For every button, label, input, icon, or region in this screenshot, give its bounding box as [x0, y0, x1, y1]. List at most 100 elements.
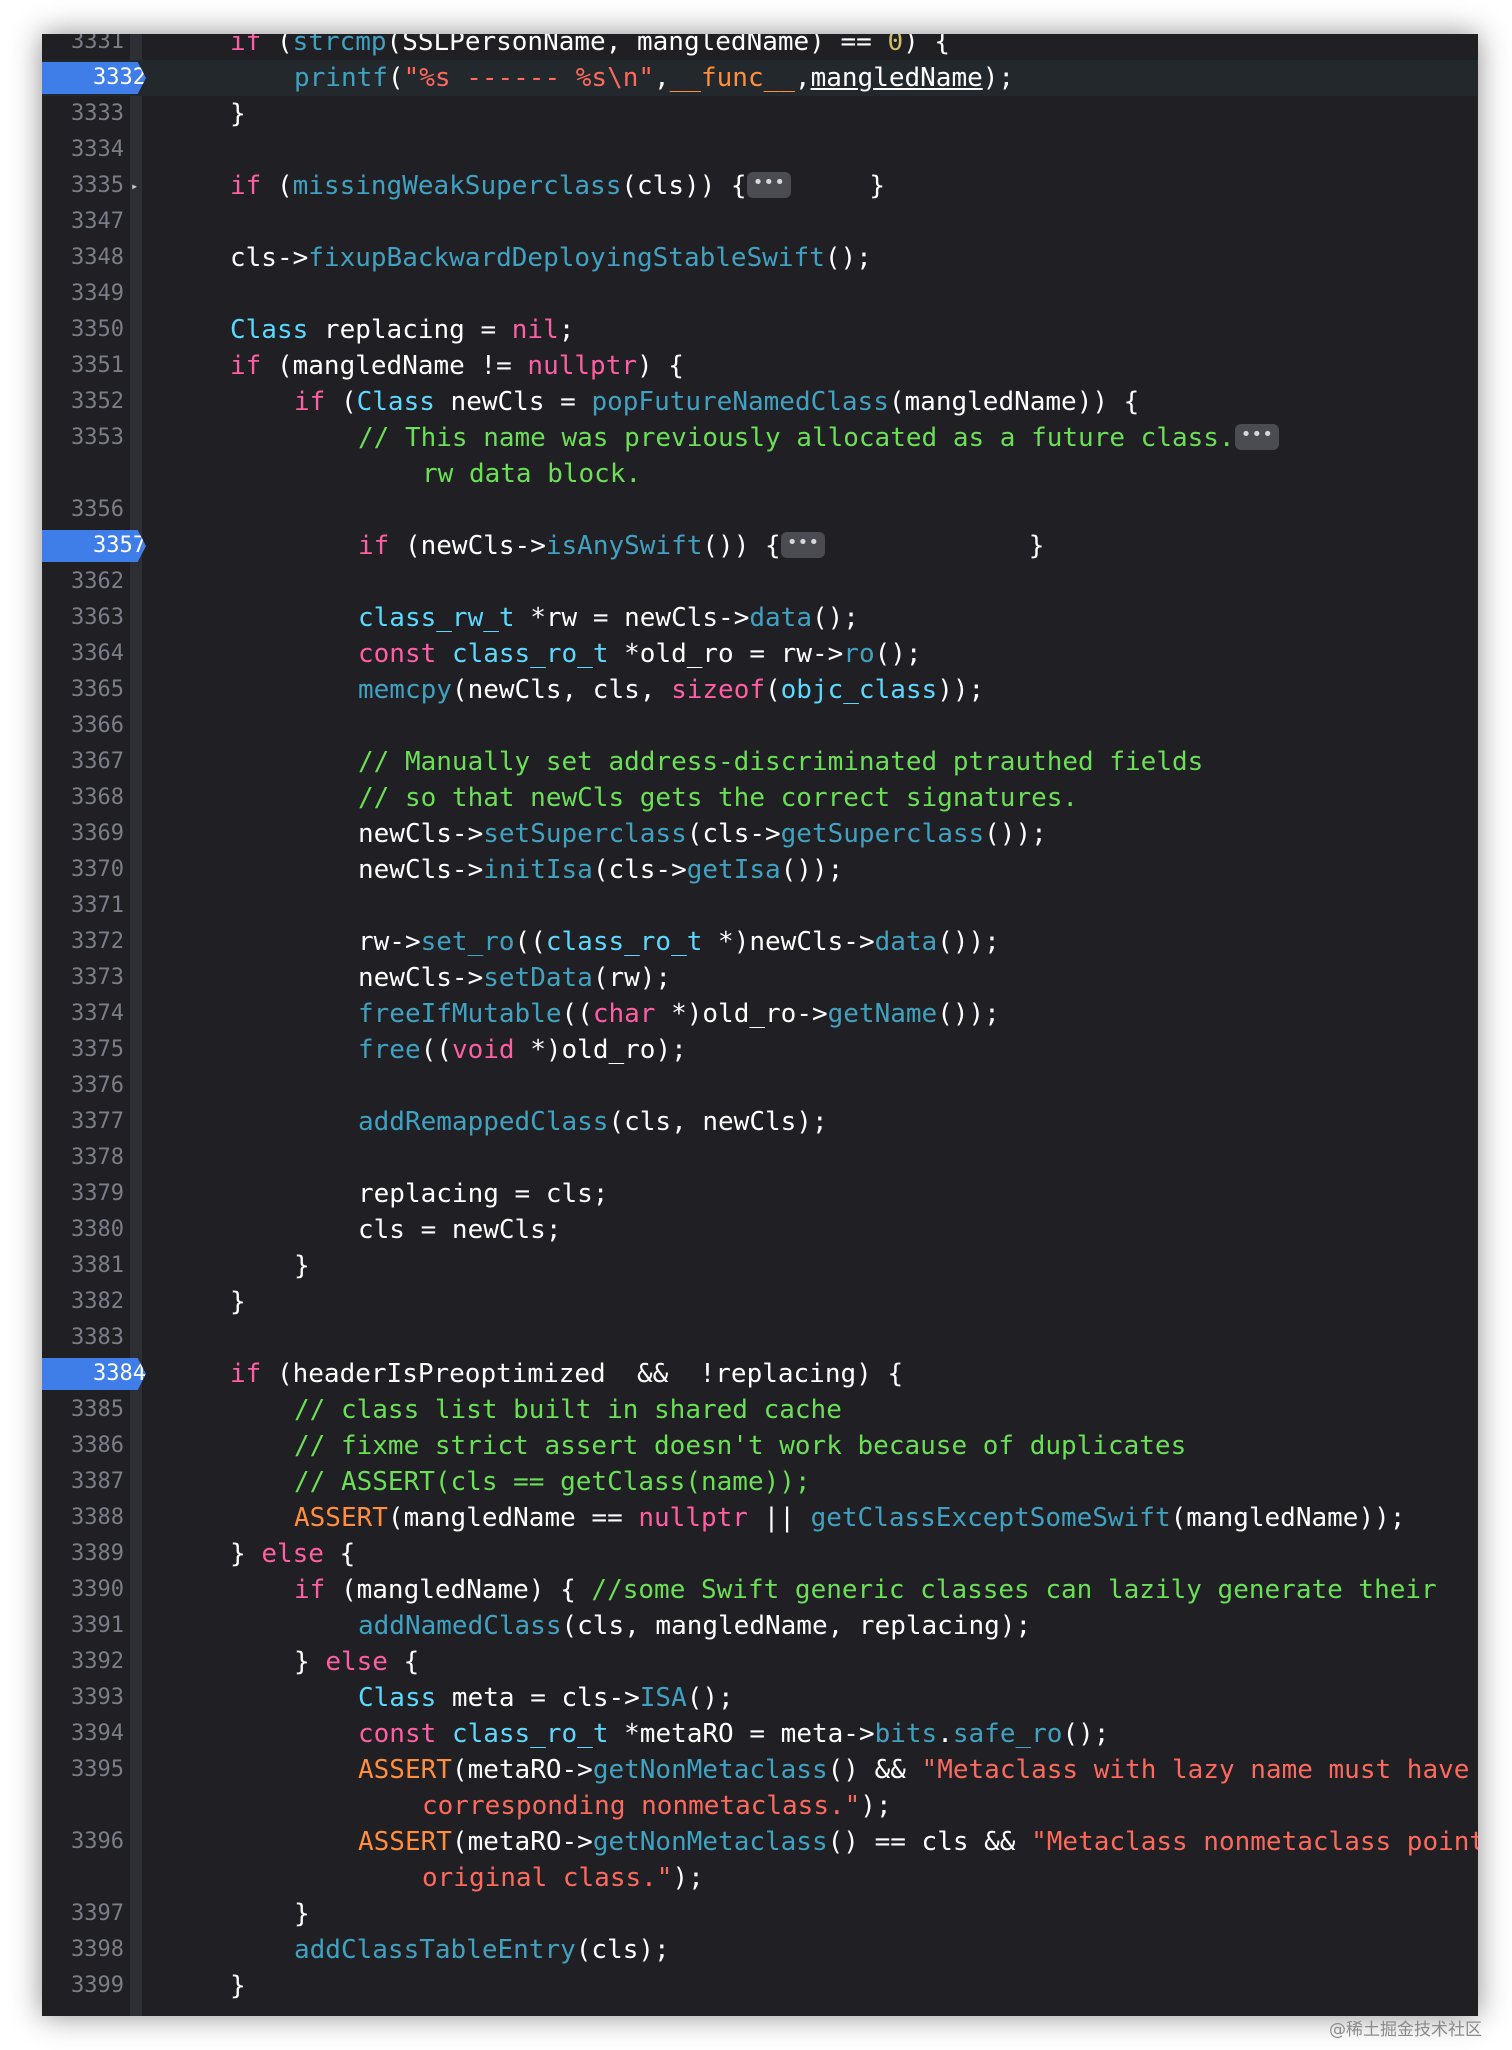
- line-number[interactable]: 3380: [42, 1212, 124, 1248]
- code-line[interactable]: 3391 addNamedClass(cls, mangledName, repl…: [42, 1608, 1478, 1644]
- code-line[interactable]: 3387 // ASSERT(cls == getClass(name));: [42, 1464, 1478, 1500]
- code-line[interactable]: 3382}: [42, 1284, 1478, 1320]
- line-number[interactable]: 3333: [42, 96, 124, 132]
- line-number[interactable]: 3399: [42, 1968, 124, 2004]
- line-number[interactable]: 3335: [42, 168, 124, 204]
- line-number[interactable]: 3378: [42, 1140, 124, 1176]
- breakpoint-marker[interactable]: 3384: [42, 1358, 146, 1390]
- line-number[interactable]: 3331: [42, 34, 124, 60]
- line-number[interactable]: 3364: [42, 636, 124, 672]
- code-line[interactable]: 3363 class_rw_t *rw = newCls->data();: [42, 600, 1478, 636]
- line-number[interactable]: 3352: [42, 384, 124, 420]
- code-line[interactable]: 3397}: [42, 1896, 1478, 1932]
- code-line[interactable]: 3333}: [42, 96, 1478, 132]
- code-line[interactable]: 3364 const class_ro_t *old_ro = rw->ro();: [42, 636, 1478, 672]
- line-number[interactable]: 3395: [42, 1752, 124, 1788]
- line-number[interactable]: 3393: [42, 1680, 124, 1716]
- breakpoint-marker[interactable]: 3332: [42, 62, 146, 94]
- line-number[interactable]: 3362: [42, 564, 124, 600]
- code-line[interactable]: 3365 memcpy(newCls, cls, sizeof(objc_clas…: [42, 672, 1478, 708]
- line-number[interactable]: 3387: [42, 1464, 124, 1500]
- code-line[interactable]: 3383: [42, 1320, 1478, 1356]
- line-number[interactable]: 3394: [42, 1716, 124, 1752]
- line-number[interactable]: 3349: [42, 276, 124, 312]
- code-line[interactable]: rw data block.: [42, 456, 1478, 492]
- folded-code-ellipsis-icon[interactable]: •••: [746, 171, 792, 198]
- code-line[interactable]: 3362: [42, 564, 1478, 600]
- code-line[interactable]: corresponding nonmetaclass.");: [42, 1788, 1478, 1824]
- code-line[interactable]: 3357 if (newCls->isAnySwift()) {••• }: [42, 528, 1478, 564]
- line-number[interactable]: 3373: [42, 960, 124, 996]
- code-line[interactable]: 3331 if (strcmp(SSLPersonName, mangledNam…: [42, 34, 1478, 60]
- line-number[interactable]: 3348: [42, 240, 124, 276]
- code-line[interactable]: 3370 newCls->initIsa(cls->getIsa());: [42, 852, 1478, 888]
- code-line[interactable]: 3351 if (mangledName != nullptr) {: [42, 348, 1478, 384]
- code-line[interactable]: 3332 printf("%s ------ %s\n",__func__,man…: [42, 60, 1478, 96]
- line-number[interactable]: 3334: [42, 132, 124, 168]
- line-number[interactable]: 3365: [42, 672, 124, 708]
- line-number[interactable]: 3376: [42, 1068, 124, 1104]
- code-line[interactable]: 3381}: [42, 1248, 1478, 1284]
- line-number[interactable]: 3389: [42, 1536, 124, 1572]
- code-line[interactable]: 3392} else {: [42, 1644, 1478, 1680]
- folded-code-ellipsis-icon[interactable]: •••: [1234, 423, 1280, 450]
- code-line[interactable]: 3379 replacing = cls;: [42, 1176, 1478, 1212]
- line-number[interactable]: 3369: [42, 816, 124, 852]
- code-line[interactable]: 3372 rw->set_ro((class_ro_t *)newCls->dat…: [42, 924, 1478, 960]
- line-number[interactable]: 3350: [42, 312, 124, 348]
- code-line[interactable]: 3368 // so that newCls gets the correct s…: [42, 780, 1478, 816]
- code-line[interactable]: 3378: [42, 1140, 1478, 1176]
- code-line[interactable]: 3335 ▸ if (missingWeakSuperclass(cls)) {••…: [42, 168, 1478, 204]
- code-line[interactable]: 3385 // class list built in shared cache: [42, 1392, 1478, 1428]
- breakpoint-marker[interactable]: 3357: [42, 530, 146, 562]
- line-number[interactable]: 3391: [42, 1608, 124, 1644]
- code-line[interactable]: 3386 // fixme strict assert doesn't work …: [42, 1428, 1478, 1464]
- code-line[interactable]: 3375 free((void *)old_ro);: [42, 1032, 1478, 1068]
- code-line[interactable]: 3353 // This name was previously allocate…: [42, 420, 1478, 456]
- line-number[interactable]: 3368: [42, 780, 124, 816]
- line-number[interactable]: 3385: [42, 1392, 124, 1428]
- code-line[interactable]: 3374 freeIfMutable((char *)old_ro->getNam…: [42, 996, 1478, 1032]
- line-number[interactable]: 3381: [42, 1248, 124, 1284]
- line-number[interactable]: 3386: [42, 1428, 124, 1464]
- code-line[interactable]: 3389} else {: [42, 1536, 1478, 1572]
- line-number[interactable]: 3388: [42, 1500, 124, 1536]
- folded-code-ellipsis-icon[interactable]: •••: [780, 531, 826, 558]
- code-line[interactable]: 3396 ASSERT(metaRO->getNonMetaclass() == …: [42, 1824, 1478, 1860]
- fold-triangle-icon[interactable]: ▸: [131, 178, 141, 194]
- code-line[interactable]: 3377 addRemappedClass(cls, newCls);: [42, 1104, 1478, 1140]
- line-number[interactable]: 3398: [42, 1932, 124, 1968]
- code-line[interactable]: original class.");: [42, 1860, 1478, 1896]
- code-line[interactable]: 3380 cls = newCls;: [42, 1212, 1478, 1248]
- line-number[interactable]: 3353: [42, 420, 124, 456]
- code-line[interactable]: 3334: [42, 132, 1478, 168]
- line-number[interactable]: 3377: [42, 1104, 124, 1140]
- code-line[interactable]: 3371: [42, 888, 1478, 924]
- code-line[interactable]: 3394 const class_ro_t *metaRO = meta->bit…: [42, 1716, 1478, 1752]
- line-number[interactable]: 3382: [42, 1284, 124, 1320]
- line-number[interactable]: 3397: [42, 1896, 124, 1932]
- line-number[interactable]: 3367: [42, 744, 124, 780]
- line-number[interactable]: 3392: [42, 1644, 124, 1680]
- line-number[interactable]: 3347: [42, 204, 124, 240]
- line-number[interactable]: 3375: [42, 1032, 124, 1068]
- code-line[interactable]: 3384 if (headerIsPreoptimized && !replaci…: [42, 1356, 1478, 1392]
- line-number[interactable]: 3374: [42, 996, 124, 1032]
- line-number[interactable]: 3370: [42, 852, 124, 888]
- line-number[interactable]: 3366: [42, 708, 124, 744]
- code-line[interactable]: 3352 if (Class newCls = popFutureNamedCla…: [42, 384, 1478, 420]
- code-line[interactable]: 3347: [42, 204, 1478, 240]
- line-number[interactable]: 3383: [42, 1320, 124, 1356]
- line-number[interactable]: 3372: [42, 924, 124, 960]
- line-number[interactable]: 3351: [42, 348, 124, 384]
- code-line[interactable]: 3366: [42, 708, 1478, 744]
- code-line[interactable]: 3388 ASSERT(mangledName == nullptr || get…: [42, 1500, 1478, 1536]
- line-number[interactable]: 3390: [42, 1572, 124, 1608]
- code-line[interactable]: 3390 if (mangledName) { //some Swift gene…: [42, 1572, 1478, 1608]
- code-line[interactable]: 3399}: [42, 1968, 1478, 2004]
- code-line[interactable]: 3350 Class replacing = nil;: [42, 312, 1478, 348]
- code-line[interactable]: 3356: [42, 492, 1478, 528]
- code-line[interactable]: 3348 cls->fixupBackwardDeployingStableSwi…: [42, 240, 1478, 276]
- line-number[interactable]: 3396: [42, 1824, 124, 1860]
- code-line[interactable]: 3349: [42, 276, 1478, 312]
